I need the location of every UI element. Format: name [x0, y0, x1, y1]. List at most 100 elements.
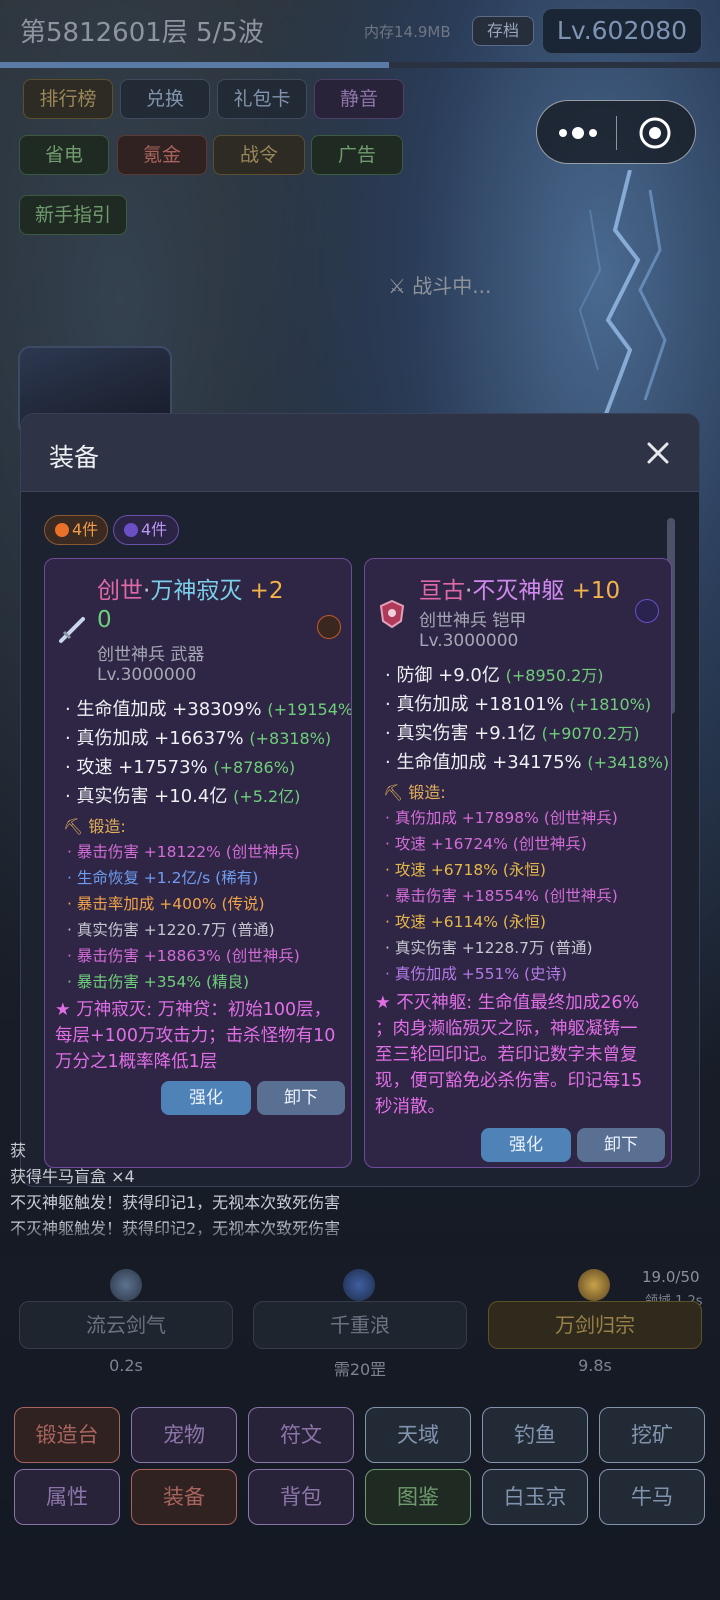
player-level: Lv.602080 — [542, 8, 702, 54]
skill-description-line: ★ 万神寂灭: 万神贷：初始100层， — [55, 1000, 332, 1020]
wave-skill-icon — [343, 1269, 375, 1301]
capsule-divider — [616, 116, 617, 150]
nav-mining[interactable]: 挖矿 — [599, 1407, 705, 1463]
forge-row: · 攻速 +16724% (创世神兵) — [385, 835, 587, 853]
skill-cooldown: 0.2s — [109, 1356, 143, 1375]
nav-fishing[interactable]: 钓鱼 — [482, 1407, 588, 1463]
set-bonus-badge-moon[interactable]: 4件 — [113, 515, 179, 545]
equipment-card-armor: 亘古·不灭神躯 +10 创世神兵 铠甲 Lv.3000000 · 防御 +9.0… — [364, 558, 672, 1168]
moon-element-icon — [635, 599, 659, 623]
forge-row: · 真伤加成 +17898% (创世神兵) — [385, 809, 618, 827]
fire-element-icon — [317, 615, 341, 639]
enhance-button[interactable]: 强化 — [161, 1081, 251, 1115]
battle-status: ⚔ 战斗中... — [388, 270, 491, 299]
log-line: 获 — [10, 1141, 27, 1160]
nav-pet[interactable]: 宠物 — [131, 1407, 237, 1463]
skill-description-line: 至三轮回印记。若印记数字未曾复 — [375, 1045, 638, 1065]
ad-button[interactable]: 广告 — [311, 135, 403, 175]
skill-button-wave[interactable]: 千重浪 — [253, 1301, 467, 1349]
unequip-button[interactable]: 卸下 — [577, 1128, 665, 1162]
forge-row: · 攻速 +6114% (永恒) — [385, 913, 546, 931]
enhance-button[interactable]: 强化 — [481, 1128, 571, 1162]
battle-status-text: 战斗中... — [412, 274, 492, 298]
power-save-button[interactable]: 省电 — [19, 135, 109, 175]
stat-row: · 攻速 +17573% (+8786%) — [65, 757, 296, 778]
cloud-sword-skill-icon — [110, 1269, 142, 1301]
set-bonus-count: 4件 — [72, 520, 99, 539]
equipment-modal: 装备 4件 4件 创世·万神寂灭 +2 0 创世神兵 武器 Lv.3000000… — [20, 413, 700, 1187]
fire-set-icon — [55, 523, 69, 537]
skill-button-cloud-sword[interactable]: 流云剑气 — [19, 1301, 233, 1349]
nav-bag[interactable]: 背包 — [248, 1469, 354, 1525]
forge-row: · 真伤加成 +551% (史诗) — [385, 965, 568, 983]
log-line: 不灭神躯触发！获得印记1，无视本次致死伤害 — [10, 1193, 341, 1212]
top-bar: 第5812601层 5/5波 内存14.9MB 存档 Lv.602080 — [0, 0, 720, 66]
set-bonus-count: 4件 — [141, 520, 168, 539]
stat-row: · 真实伤害 +9.1亿 (+9070.2万) — [385, 723, 640, 744]
equipment-name: 创世·万神寂灭 +2 — [97, 578, 284, 604]
skill-description-line: ；肉身濒临殒灭之际，神躯凝铸一 — [375, 1019, 638, 1039]
forge-row: · 暴击伤害 +18554% (创世神兵) — [385, 887, 618, 905]
nav-forge[interactable]: 锻造台 — [14, 1407, 120, 1463]
nav-equipment[interactable]: 装备 — [131, 1469, 237, 1525]
skill-description-line: 万分之1概率降低1层 — [55, 1052, 218, 1072]
stat-row: · 生命值加成 +34175% (+3418%) — [385, 752, 670, 773]
skill-description-line: 秒消散。 — [375, 1097, 445, 1117]
wave-progress-bar — [0, 62, 720, 68]
forge-row: · 真实伤害 +1228.7万 (普通) — [385, 939, 593, 957]
close-icon[interactable] — [641, 436, 675, 470]
lightning-effect — [578, 170, 667, 430]
moon-set-icon — [124, 523, 138, 537]
recharge-button[interactable]: 氪金 — [117, 135, 207, 175]
nav-sky-domain[interactable]: 天域 — [365, 1407, 471, 1463]
equipment-name: 亘古·不灭神躯 +10 — [419, 578, 621, 604]
skill-description-line: ★ 不灭神躯: 生命值最终加成26% — [375, 993, 640, 1013]
skill-description-line: 每层+100万攻击力；击杀怪物有10 — [55, 1026, 336, 1046]
hammer-icon: ⛏ — [383, 783, 409, 802]
log-fade-overlay — [0, 1222, 720, 1254]
forge-row: · 生命恢复 +1.2亿/s (稀有) — [67, 869, 259, 887]
battle-pass-button[interactable]: 战令 — [213, 135, 305, 175]
equipment-card-weapon: 创世·万神寂灭 +2 0 创世神兵 武器 Lv.3000000 · 生命值加成 … — [44, 558, 352, 1168]
ten-thousand-swords-skill-icon — [578, 1269, 610, 1301]
nav-attributes[interactable]: 属性 — [14, 1469, 120, 1525]
forge-label: ⛏ 锻造: — [383, 783, 446, 802]
modal-header: 装备 — [21, 414, 699, 492]
skill-cooldown: 需20罡 — [333, 1360, 387, 1379]
save-button[interactable]: 存档 — [472, 16, 534, 46]
log-line: 获得牛马盲盒 ×4 — [10, 1167, 135, 1186]
guide-button[interactable]: 新手指引 — [19, 195, 127, 235]
nav-rune[interactable]: 符文 — [248, 1407, 354, 1463]
forge-row: · 暴击率加成 +400% (传说) — [67, 895, 265, 913]
skill-cooldown: 9.8s — [578, 1356, 612, 1375]
equipment-level: Lv.3000000 — [419, 631, 519, 651]
stat-row: · 真伤加成 +18101% (+1810%) — [385, 694, 652, 715]
crossed-swords-icon: ⚔ — [388, 274, 413, 298]
nav-white-jade-city[interactable]: 白玉京 — [482, 1469, 588, 1525]
skill-button-ten-thousand-swords[interactable]: 万剑归宗 — [488, 1301, 702, 1349]
nav-ox-horse[interactable]: 牛马 — [599, 1469, 705, 1525]
exchange-button[interactable]: 兑换 — [120, 79, 210, 119]
equipment-type: 创世神兵 铠甲 — [419, 611, 527, 631]
equipment-count: 0 — [97, 607, 112, 633]
rank-button[interactable]: 排行榜 — [23, 79, 113, 119]
wave-progress-fill — [0, 62, 389, 68]
skill-description-line: 现，便可豁免必杀伤害。印记每15 — [375, 1071, 643, 1091]
memory-usage: 内存14.9MB — [364, 23, 451, 41]
hammer-icon: ⛏ — [63, 817, 89, 836]
set-bonus-badge-fire[interactable]: 4件 — [44, 515, 108, 545]
stat-row: · 真伤加成 +16637% (+8318%) — [65, 728, 332, 749]
close-miniprogram-icon[interactable] — [637, 115, 673, 151]
forge-row: · 攻速 +6718% (永恒) — [385, 861, 546, 879]
stat-row: · 防御 +9.0亿 (+8950.2万) — [385, 665, 604, 686]
sword-icon — [59, 617, 85, 643]
mute-button[interactable]: 静音 — [314, 79, 404, 119]
forge-row: · 暴击伤害 +18122% (创世神兵) — [67, 843, 300, 861]
miniprogram-capsule — [536, 100, 696, 164]
unequip-button[interactable]: 卸下 — [257, 1081, 345, 1115]
nav-codex[interactable]: 图鉴 — [365, 1469, 471, 1525]
equipment-type: 创世神兵 武器 — [97, 645, 205, 665]
more-options-icon[interactable] — [553, 118, 603, 148]
gift-card-button[interactable]: 礼包卡 — [217, 79, 307, 119]
floor-wave-text: 第5812601层 5/5波 — [20, 18, 264, 48]
